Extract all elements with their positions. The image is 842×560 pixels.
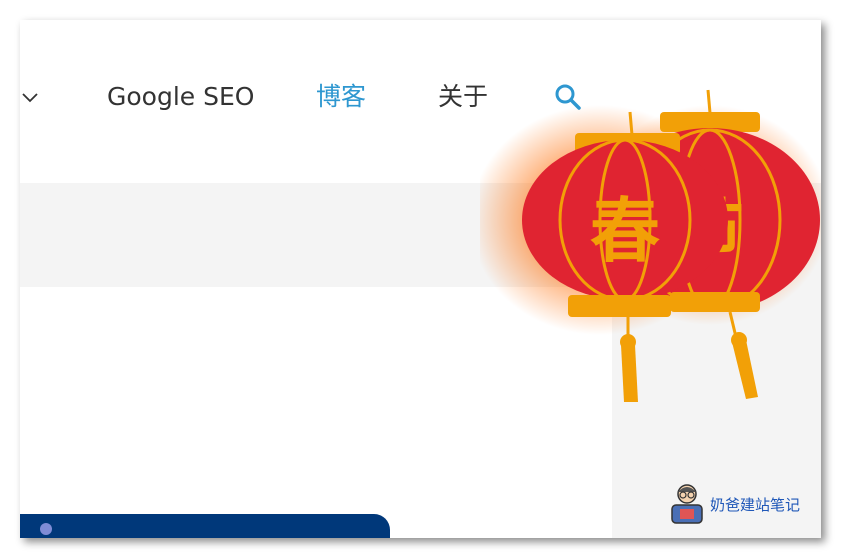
person-with-glasses-icon — [671, 484, 703, 524]
lantern-left-char: 春 — [590, 190, 660, 272]
nav-item-google-seo[interactable]: Google SEO — [107, 82, 254, 112]
card-indicator-dot — [40, 523, 52, 535]
post-card-header[interactable] — [20, 514, 390, 538]
browser-viewport: Google SEO 博客 关于 节 — [20, 20, 821, 538]
badge-label: 奶爸建站笔记 — [710, 495, 801, 514]
site-badge[interactable]: 奶爸建站笔记 — [666, 482, 800, 526]
chevron-down-icon[interactable] — [20, 90, 40, 106]
nav-item-blog[interactable]: 博客 — [316, 82, 366, 112]
spring-festival-lanterns: 节 春 — [480, 89, 821, 402]
